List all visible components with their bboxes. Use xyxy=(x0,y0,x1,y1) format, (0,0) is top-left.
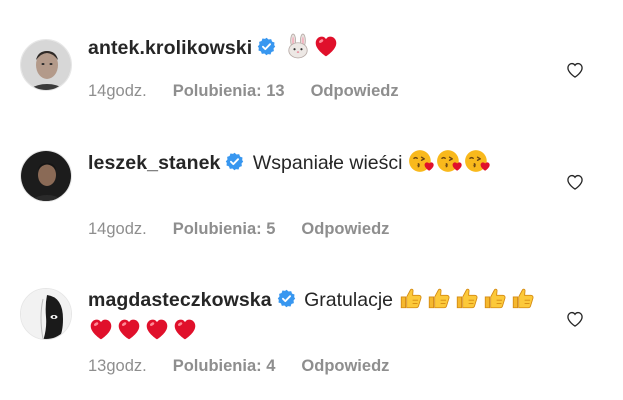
face-blowing-kiss-icon xyxy=(436,148,462,174)
red-heart-icon xyxy=(88,316,114,342)
avatar[interactable] xyxy=(20,288,72,340)
thumbs-up-icon xyxy=(510,285,536,311)
comment-body: leszek_stanek Wspaniałe wieści xyxy=(88,148,558,179)
likes-count[interactable]: Polubienia: 13 xyxy=(173,82,285,100)
avatar[interactable] xyxy=(20,150,72,202)
thumbs-up-icon xyxy=(482,285,508,311)
comment-meta: 14godz. Polubienia: 13 Odpowiedz xyxy=(88,82,425,101)
comment-meta: 13godz. Polubienia: 4 Odpowiedz xyxy=(88,357,415,376)
face-blowing-kiss-icon xyxy=(464,148,490,174)
red-heart-icon xyxy=(144,316,170,342)
username-link[interactable]: magdasteczkowska xyxy=(88,289,272,311)
verified-badge-icon xyxy=(225,152,244,171)
red-heart-icon xyxy=(313,33,339,59)
likes-count[interactable]: Polubienia: 4 xyxy=(173,357,276,375)
comment-text: Gratulacje xyxy=(304,289,393,311)
like-heart-icon[interactable] xyxy=(565,60,585,80)
rabbit-face-icon xyxy=(285,33,311,59)
red-heart-icon xyxy=(116,316,142,342)
comment-time: 14godz. xyxy=(88,82,147,100)
comment-text: Wspaniałe wieści xyxy=(252,152,403,174)
verified-badge-icon xyxy=(257,37,276,56)
reply-button[interactable]: Odpowiedz xyxy=(301,220,389,238)
thumbs-up-icon xyxy=(454,285,480,311)
avatar[interactable] xyxy=(20,39,72,91)
thumbs-up-icon xyxy=(426,285,452,311)
like-heart-icon[interactable] xyxy=(565,172,585,192)
verified-badge-icon xyxy=(277,289,296,308)
username-link[interactable]: antek.krolikowski xyxy=(88,37,252,59)
face-blowing-kiss-icon xyxy=(408,148,434,174)
likes-count[interactable]: Polubienia: 5 xyxy=(173,220,276,238)
comment-meta: 14godz. Polubienia: 5 Odpowiedz xyxy=(88,220,415,239)
comment-body: antek.krolikowski xyxy=(88,33,558,64)
thumbs-up-icon xyxy=(398,285,424,311)
like-heart-icon[interactable] xyxy=(565,309,585,329)
comment-body: magdasteczkowska Gratulacje xyxy=(88,285,558,347)
reply-button[interactable]: Odpowiedz xyxy=(301,357,389,375)
username-link[interactable]: leszek_stanek xyxy=(88,152,220,174)
reply-button[interactable]: Odpowiedz xyxy=(311,82,399,100)
red-heart-icon xyxy=(172,316,198,342)
comment-time: 14godz. xyxy=(88,220,147,238)
comment-time: 13godz. xyxy=(88,357,147,375)
